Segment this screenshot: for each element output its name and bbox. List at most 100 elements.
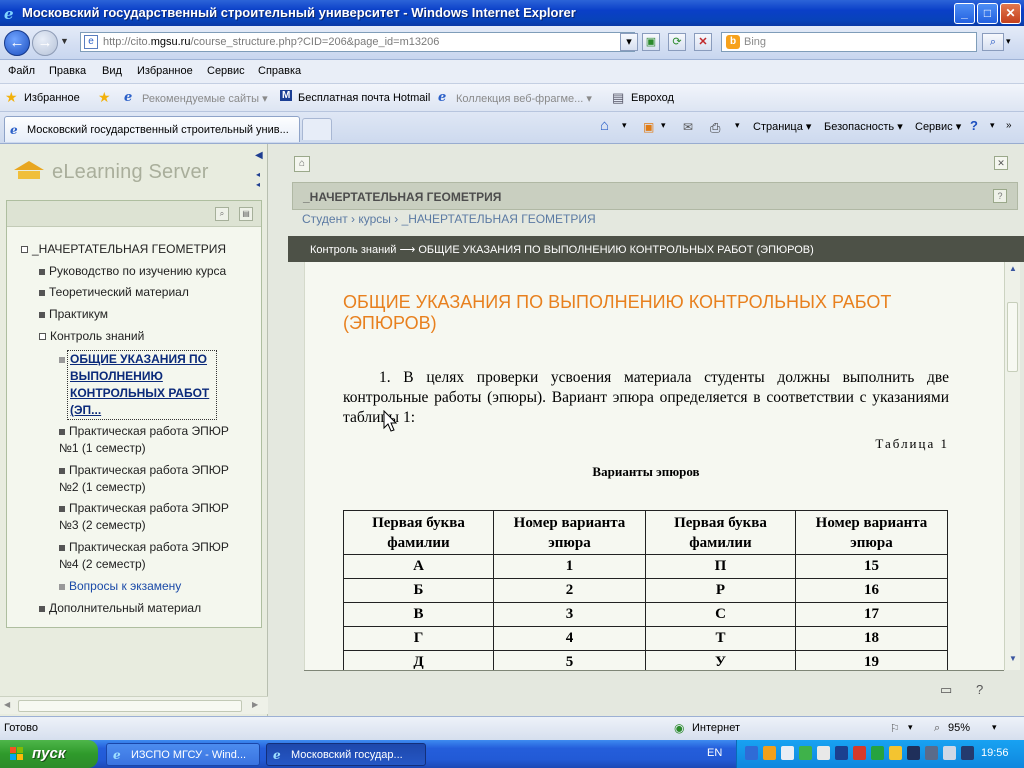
tree-item-exam-questions[interactable]: Вопросы к экзамену bbox=[59, 578, 181, 595]
print-dropdown-icon[interactable]: ▾ bbox=[735, 120, 740, 131]
tree-item-knowledge-control[interactable]: Контроль знаний bbox=[39, 328, 144, 345]
tray-icon[interactable] bbox=[853, 746, 866, 760]
fav-hotmail[interactable]: Бесплатная почта Hotmail bbox=[298, 92, 430, 104]
scroll-thumb[interactable] bbox=[18, 700, 242, 712]
maximize-button[interactable]: □ bbox=[977, 3, 998, 24]
tree-item-epur-2[interactable]: Практическая работа ЭПЮР №2 (1 семестр) bbox=[59, 462, 239, 496]
scroll-thumb[interactable] bbox=[1007, 302, 1018, 372]
protected-dropdown-icon[interactable]: ▾ bbox=[908, 722, 913, 733]
tree-search-icon[interactable]: ⌕ bbox=[215, 207, 229, 221]
tree-item-course[interactable]: _НАЧЕРТАТЕЛЬНАЯ ГЕОМЕТРИЯ bbox=[21, 241, 226, 258]
clock[interactable]: 19:56 bbox=[981, 747, 1009, 759]
tray-icon[interactable] bbox=[781, 746, 794, 760]
new-tab-button[interactable] bbox=[302, 118, 332, 140]
search-icon[interactable]: ⌕ bbox=[982, 33, 1004, 51]
favorites-button[interactable]: Избранное bbox=[24, 92, 80, 104]
tray-icon[interactable] bbox=[889, 746, 902, 760]
mouse-cursor-icon bbox=[383, 410, 398, 432]
close-button[interactable]: ✕ bbox=[1000, 3, 1021, 24]
forward-button[interactable]: → bbox=[32, 30, 58, 56]
address-field[interactable]: e http://cito.mgsu.ru/course_structure.p… bbox=[80, 32, 635, 52]
panel-nav-icons[interactable]: ◂ ◂ bbox=[256, 170, 264, 190]
search-options-icon[interactable]: ▾ bbox=[1006, 36, 1011, 47]
tray-icon[interactable] bbox=[871, 746, 884, 760]
mail-icon[interactable]: ✉ bbox=[683, 120, 693, 134]
start-button[interactable]: пуск bbox=[0, 740, 98, 768]
tray-icon[interactable] bbox=[835, 746, 848, 760]
tray-icon[interactable] bbox=[907, 746, 920, 760]
fav-web-slices[interactable]: Коллекция веб-фрагме... ▾ bbox=[456, 92, 592, 105]
zoom-dropdown-icon[interactable]: ▾ bbox=[992, 722, 997, 733]
tray-icon[interactable] bbox=[799, 746, 812, 760]
rss-icon[interactable]: ▣ bbox=[643, 120, 654, 134]
safety-menu[interactable]: Безопасность ▾ bbox=[824, 120, 903, 133]
breadcrumb[interactable]: Студент › курсы › _НАЧЕРТАТЕЛЬНАЯ ГЕОМЕТ… bbox=[302, 212, 596, 226]
tree-item-practicum[interactable]: Практикум bbox=[39, 306, 108, 323]
scroll-up-icon[interactable]: ▲ bbox=[1007, 264, 1019, 276]
language-indicator[interactable]: EN bbox=[707, 747, 722, 759]
window-titlebar[interactable]: e Московский государственный строительны… bbox=[0, 0, 1024, 26]
rss-dropdown-icon[interactable]: ▾ bbox=[661, 120, 666, 131]
tray-icon[interactable] bbox=[817, 746, 830, 760]
tray-icon[interactable] bbox=[763, 746, 776, 760]
document-scrollbar[interactable]: ▲ ▼ bbox=[1004, 262, 1020, 670]
fav-suggested-sites[interactable]: Рекомендуемые сайты ▾ bbox=[142, 92, 268, 105]
help-icon[interactable]: ? bbox=[976, 682, 983, 697]
tree-item-guide[interactable]: Руководство по изучению курса bbox=[39, 263, 226, 280]
fav-evrohod[interactable]: Евроход bbox=[631, 92, 674, 104]
print-icon[interactable]: ⎙ bbox=[710, 120, 720, 136]
tree-item-epur-4[interactable]: Практическая работа ЭПЮР №4 (2 семестр) bbox=[59, 539, 239, 573]
taskbar-item[interactable]: e ИЗСПО МГСУ - Wind... bbox=[106, 743, 260, 766]
back-button[interactable]: ← bbox=[4, 30, 30, 56]
tree-item-additional[interactable]: Дополнительный материал bbox=[39, 600, 201, 617]
help-icon[interactable]: ? bbox=[993, 189, 1007, 203]
tree-item-current[interactable]: ОБЩИЕ УКАЗАНИЯ ПО ВЫПОЛНЕНИЮ КОНТРОЛЬНЫХ… bbox=[67, 350, 217, 420]
tree-item-theory[interactable]: Теоретический материал bbox=[39, 284, 189, 301]
book-icon[interactable]: ▭ bbox=[940, 682, 952, 698]
address-dropdown-icon[interactable]: ▾ bbox=[620, 33, 638, 51]
menu-favorites[interactable]: Избранное bbox=[137, 65, 193, 77]
menu-view[interactable]: Вид bbox=[102, 65, 122, 77]
tray-icon[interactable] bbox=[925, 746, 938, 760]
zoom-level[interactable]: 95% bbox=[948, 722, 970, 734]
taskbar-item-active[interactable]: e Московский государ... bbox=[266, 743, 426, 766]
stop-icon[interactable]: ✕ bbox=[694, 33, 712, 51]
scroll-right-icon[interactable]: ▶ bbox=[252, 700, 258, 709]
zoom-icon: ⌕ bbox=[934, 722, 941, 734]
tray-icon[interactable] bbox=[961, 746, 974, 760]
scroll-down-icon[interactable]: ▼ bbox=[1007, 654, 1019, 666]
table-cell: 15 bbox=[795, 554, 948, 579]
tools-menu[interactable]: Сервис ▾ bbox=[915, 120, 961, 133]
menu-tools[interactable]: Сервис bbox=[207, 65, 245, 77]
refresh-icon[interactable]: ⟳ bbox=[668, 33, 686, 51]
history-dropdown-icon[interactable]: ▼ bbox=[60, 36, 69, 46]
search-input[interactable]: b Bing bbox=[721, 32, 977, 52]
menu-edit[interactable]: Правка bbox=[49, 65, 86, 77]
elearning-logo: eLearning Server bbox=[12, 156, 212, 186]
tree-toggle-icon[interactable]: ▤ bbox=[239, 207, 253, 221]
help-icon[interactable]: ? bbox=[970, 118, 978, 133]
tree-item-epur-3[interactable]: Практическая работа ЭПЮР №3 (2 семестр) bbox=[59, 500, 239, 534]
page-menu[interactable]: Страница ▾ bbox=[753, 120, 811, 133]
tray-icon[interactable] bbox=[943, 746, 956, 760]
minimize-button[interactable]: _ bbox=[954, 3, 975, 24]
tree-item-epur-1[interactable]: Практическая работа ЭПЮР №1 (1 семестр) bbox=[59, 423, 239, 457]
main-close-icon[interactable]: ✕ bbox=[994, 156, 1008, 170]
left-panel: eLearning Server ◀ ◂ ◂ ⌕ ▤ _НАЧЕРТАТЕЛЬНА… bbox=[0, 144, 268, 716]
home-dropdown-icon[interactable]: ▾ bbox=[622, 120, 627, 131]
toolbar-overflow-icon[interactable]: » bbox=[1006, 120, 1012, 131]
home-icon[interactable]: ⌂ bbox=[600, 117, 609, 134]
add-favorite-icon[interactable]: ★ bbox=[98, 89, 111, 106]
tab-active[interactable]: e Московский государственный строительны… bbox=[4, 116, 300, 142]
left-horizontal-scrollbar[interactable]: ◀ ▶ bbox=[0, 696, 268, 714]
scroll-left-icon[interactable]: ◀ bbox=[4, 700, 10, 709]
protected-mode-icon[interactable]: ⚐ bbox=[890, 722, 900, 735]
menu-help[interactable]: Справка bbox=[258, 65, 301, 77]
main-home-icon[interactable]: ⌂ bbox=[294, 156, 310, 172]
tray-icon[interactable] bbox=[745, 746, 758, 760]
menu-file[interactable]: Файл bbox=[8, 65, 35, 77]
compat-view-icon[interactable]: ▣ bbox=[642, 33, 660, 51]
help-dropdown-icon[interactable]: ▾ bbox=[990, 120, 995, 131]
table-cell: 4 bbox=[493, 626, 646, 651]
collapse-panel-icon[interactable]: ◀ bbox=[255, 150, 265, 161]
